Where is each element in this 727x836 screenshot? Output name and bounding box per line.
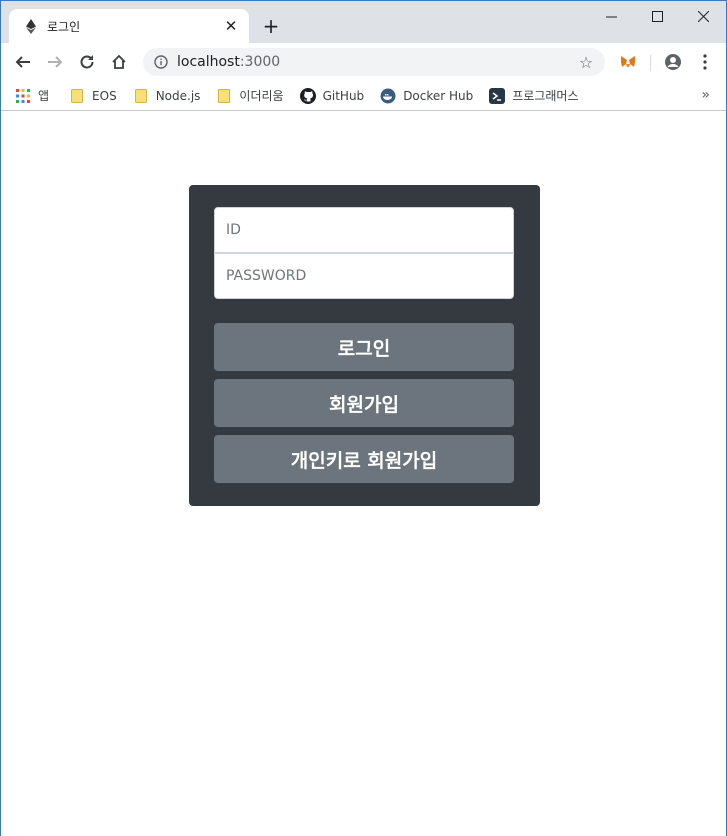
url-host: localhost (177, 54, 240, 70)
folder-icon (133, 88, 149, 104)
bookmark-star-icon[interactable]: ☆ (577, 53, 595, 72)
apps-grid-icon (15, 88, 31, 104)
bookmark-dockerhub[interactable]: Docker Hub (380, 88, 473, 104)
new-tab-button[interactable]: + (259, 14, 283, 38)
bookmark-label: EOS (92, 88, 117, 103)
bookmarks-bar: 앱 EOS Node.js 이더리움 GitHub Docker Hub 프로그… (1, 81, 726, 111)
ethereum-icon (23, 18, 39, 34)
toolbar-separator (650, 55, 651, 71)
id-input[interactable] (214, 207, 514, 253)
browser-toolbar: localhost:3000 ☆ (1, 43, 726, 81)
metamask-fox-icon[interactable] (618, 52, 638, 72)
github-icon (299, 87, 316, 104)
address-bar[interactable]: localhost:3000 ☆ (143, 48, 605, 76)
password-input[interactable] (214, 253, 514, 299)
close-tab-icon[interactable]: ✕ (223, 17, 239, 35)
login-panel: 로그인 회원가입 개인키로 회원가입 (189, 185, 540, 506)
bookmark-label: 이더리움 (239, 89, 284, 103)
page-content: 로그인 회원가입 개인키로 회원가입 (1, 112, 726, 836)
profile-avatar-icon[interactable] (663, 52, 683, 72)
bookmark-label: 프로그래머스 (512, 89, 579, 103)
programmers-icon (489, 87, 506, 104)
url-port: :3000 (239, 54, 281, 70)
bookmark-eos[interactable]: EOS (69, 88, 117, 104)
url-text: localhost:3000 (177, 54, 577, 70)
folder-icon (69, 88, 85, 104)
bookmark-label: Docker Hub (403, 88, 474, 103)
forward-button[interactable] (41, 48, 69, 76)
folder-icon (216, 88, 232, 104)
reload-button[interactable] (73, 48, 101, 76)
signup-button[interactable]: 회원가입 (214, 379, 514, 427)
bookmark-apps[interactable]: 앱 (15, 87, 49, 104)
bookmark-label: Node.js (155, 88, 201, 103)
menu-kebab-icon[interactable] (695, 52, 715, 72)
info-icon[interactable] (153, 54, 169, 70)
browser-window: 로그인 ✕ + localhost:3000 ☆ 앱 EOS Node.js 이… (0, 0, 727, 836)
tab-login[interactable]: 로그인 ✕ (9, 9, 249, 43)
bookmark-nodejs[interactable]: Node.js (133, 88, 201, 104)
private-key-signup-button[interactable]: 개인키로 회원가입 (214, 435, 514, 483)
bookmark-label: GitHub (322, 88, 365, 103)
bookmark-ethereum[interactable]: 이더리움 (216, 87, 284, 104)
maximize-button[interactable] (634, 1, 680, 31)
bookmark-label: 앱 (38, 89, 50, 103)
tab-strip: 로그인 ✕ + (1, 1, 726, 43)
minimize-button[interactable] (588, 1, 634, 31)
docker-icon (380, 88, 396, 104)
home-button[interactable] (105, 48, 133, 76)
login-button[interactable]: 로그인 (214, 323, 514, 371)
bookmark-github[interactable]: GitHub (299, 87, 365, 104)
close-window-button[interactable] (680, 1, 726, 31)
more-bookmarks-chevron-icon[interactable]: » (701, 87, 710, 103)
back-button[interactable] (9, 48, 37, 76)
tab-title: 로그인 (47, 19, 81, 34)
bookmark-programmers[interactable]: 프로그래머스 (489, 87, 579, 104)
